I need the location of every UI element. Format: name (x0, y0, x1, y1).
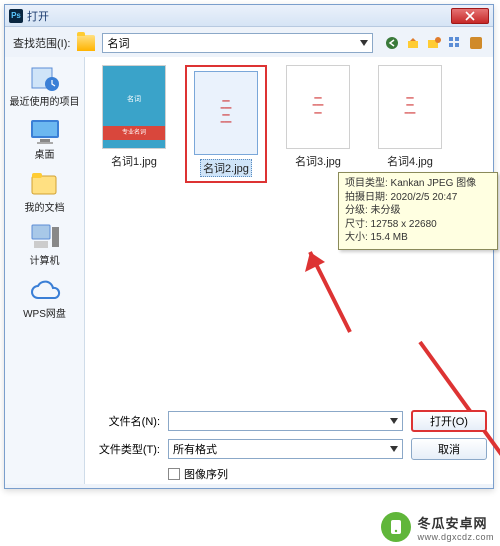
lookin-value: 名词 (107, 35, 129, 51)
chevron-down-icon (390, 446, 398, 452)
title-text: 打开 (27, 8, 451, 24)
places-bar: 最近使用的项目 桌面 我的文档 计算机 WPS网盘 (5, 57, 85, 484)
open-button[interactable]: 打开(O) (411, 410, 487, 432)
thumbnail-icon: ━━━━━━━ (378, 65, 442, 149)
file-item[interactable]: 名词 专业名词 名词1.jpg (93, 65, 175, 169)
place-label: 计算机 (7, 256, 82, 267)
open-file-dialog: Ps 打开 查找范围(I): 名词 最近使用的项目 (4, 4, 494, 489)
up-button[interactable] (404, 34, 422, 52)
filetype-value: 所有格式 (173, 441, 217, 457)
bridge-button[interactable] (467, 34, 485, 52)
photoshop-icon: Ps (9, 9, 23, 23)
chevron-down-icon (390, 418, 398, 424)
file-tooltip: 项目类型: Kankan JPEG 图像 拍摄日期: 2020/2/5 20:4… (338, 172, 498, 250)
cancel-button[interactable]: 取消 (411, 438, 487, 460)
file-caption: 名词1.jpg (93, 153, 175, 169)
place-label: 我的文档 (7, 203, 82, 214)
watermark: 冬瓜安卓网 www.dgxcdz.com (381, 512, 494, 542)
file-item[interactable]: ━━━━━━━ 名词3.jpg (277, 65, 359, 169)
chevron-down-icon (360, 40, 368, 46)
file-caption: 名词3.jpg (277, 153, 359, 169)
place-label: 桌面 (7, 150, 82, 161)
place-label: 最近使用的项目 (7, 97, 82, 108)
file-item-selected[interactable]: ━━━━━━━━━━ 名词2.jpg (185, 65, 267, 183)
filetype-label: 文件类型(T): (90, 441, 160, 457)
file-caption: 名词2.jpg (200, 159, 252, 177)
annotation-arrow-icon (295, 237, 365, 337)
close-icon (465, 11, 475, 21)
thumbnail-icon: ━━━━━━━━━━ (194, 71, 258, 155)
close-button[interactable] (451, 8, 489, 24)
filetype-combo[interactable]: 所有格式 (168, 439, 403, 459)
cloud-icon (28, 276, 62, 306)
bottom-panel: 文件名(N): 打开(O) 文件类型(T): 所有格式 取消 图像序列 (90, 410, 487, 482)
place-recent[interactable]: 最近使用的项目 (7, 63, 82, 108)
lookin-label: 查找范围(I): (13, 35, 70, 51)
place-label: WPS网盘 (7, 309, 82, 320)
toolbar-icons (383, 34, 485, 52)
watermark-url: www.dgxcdz.com (417, 532, 494, 542)
place-desktop[interactable]: 桌面 (7, 116, 82, 161)
watermark-logo-icon (381, 512, 411, 542)
filename-combo[interactable] (168, 411, 403, 431)
sequence-label: 图像序列 (184, 466, 228, 482)
lookin-combo[interactable]: 名词 (102, 33, 373, 53)
lookin-row: 查找范围(I): 名词 (5, 27, 493, 57)
recent-icon (28, 64, 62, 94)
new-folder-button[interactable] (425, 34, 443, 52)
thumbnail-icon: ━━━━━━━ (286, 65, 350, 149)
titlebar: Ps 打开 (5, 5, 493, 27)
computer-icon (28, 223, 62, 253)
file-caption: 名词4.jpg (369, 153, 451, 169)
file-item[interactable]: ━━━━━━━ 名词4.jpg (369, 65, 451, 169)
place-wpsdisk[interactable]: WPS网盘 (7, 275, 82, 320)
thumbnail-icon: 名词 专业名词 (102, 65, 166, 149)
documents-icon (28, 170, 62, 200)
filetype-row: 文件类型(T): 所有格式 取消 (90, 438, 487, 460)
watermark-name: 冬瓜安卓网 (417, 513, 494, 532)
filename-row: 文件名(N): 打开(O) (90, 410, 487, 432)
views-button[interactable] (446, 34, 464, 52)
sequence-row: 图像序列 (168, 466, 487, 482)
back-button[interactable] (383, 34, 401, 52)
folder-icon (77, 35, 95, 51)
place-documents[interactable]: 我的文档 (7, 169, 82, 214)
filename-label: 文件名(N): (90, 413, 160, 429)
image-sequence-checkbox[interactable] (168, 468, 180, 480)
desktop-icon (28, 117, 62, 147)
place-computer[interactable]: 计算机 (7, 222, 82, 267)
